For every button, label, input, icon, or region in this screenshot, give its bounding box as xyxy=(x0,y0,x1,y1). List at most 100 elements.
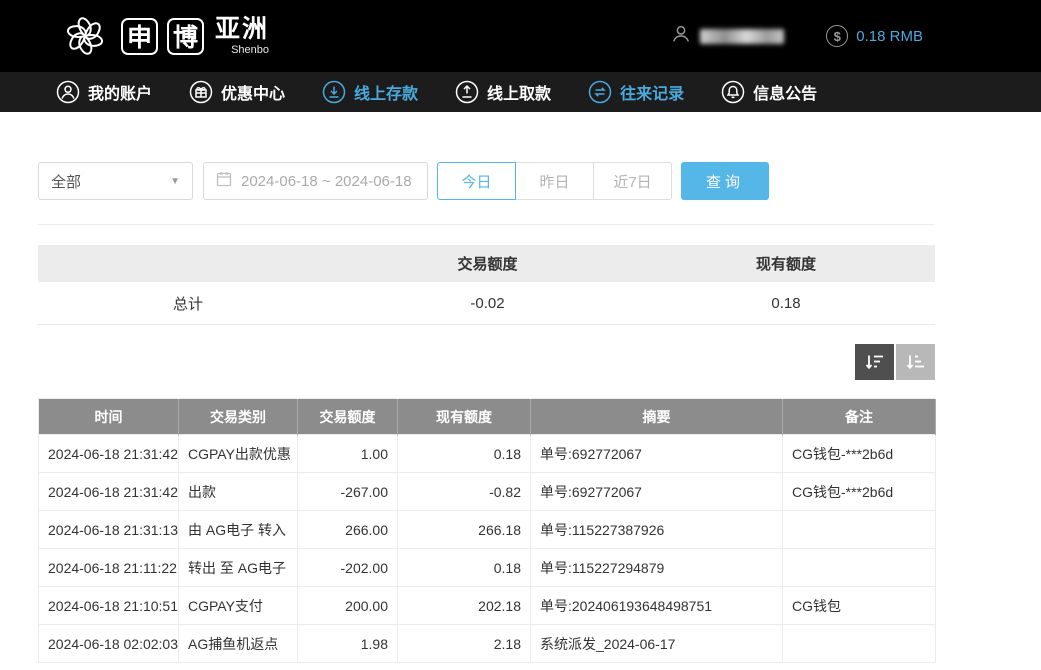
main-nav: 我的账户 优惠中心 线上存款 线上 xyxy=(0,72,1041,112)
last7days-button[interactable]: 近7日 xyxy=(593,162,672,200)
sort-descending-button[interactable] xyxy=(855,344,894,380)
table-row: 2024-06-18 21:31:42 出款 -267.00 -0.82 单号:… xyxy=(39,473,936,511)
date-range-input[interactable]: 2024-06-18 ~ 2024-06-18 xyxy=(203,162,428,200)
chevron-down-icon: ▼ xyxy=(170,176,180,187)
cell-time: 2024-06-18 02:02:03 xyxy=(39,625,179,663)
cell-time: 2024-06-18 21:11:22 xyxy=(39,549,179,587)
nav-label: 我的账户 xyxy=(88,80,152,104)
cell-summary: 单号:115227387926 xyxy=(531,511,783,549)
nav-label: 往来记录 xyxy=(620,80,684,104)
nav-item-my-account[interactable]: 我的账户 xyxy=(56,80,152,104)
cell-time: 2024-06-18 21:31:13 xyxy=(39,511,179,549)
section-divider xyxy=(38,224,935,225)
filter-bar: 全部 ▼ 2024-06-18 ~ 2024-06-18 今日 昨日 近7日 查… xyxy=(38,162,935,200)
brand-region-text: 亚洲 xyxy=(215,17,269,42)
announcement-icon xyxy=(721,80,745,104)
sort-descending-icon xyxy=(865,353,885,371)
sort-ascending-button[interactable] xyxy=(896,344,935,380)
table-header-row: 时间 交易类别 交易额度 现有额度 摘要 备注 xyxy=(39,399,936,435)
cell-remark xyxy=(783,511,936,549)
summary-header-row: 交易额度 现有额度 xyxy=(38,245,935,282)
cell-balance: 202.18 xyxy=(398,587,531,625)
summary-table: 交易额度 现有额度 总计 -0.02 0.18 xyxy=(38,245,935,325)
cell-time: 2024-06-18 21:31:42 xyxy=(39,473,179,511)
cell-type: 转出 至 AG电子 xyxy=(179,549,298,587)
cell-remark xyxy=(783,625,936,663)
user-icon xyxy=(56,80,80,104)
cell-type: CGPAY支付 xyxy=(179,587,298,625)
nav-item-transaction-records[interactable]: 往来记录 xyxy=(588,80,684,104)
col-header-balance: 现有额度 xyxy=(398,399,531,435)
query-button[interactable]: 查询 xyxy=(681,162,769,200)
summary-header-balance: 现有额度 xyxy=(637,253,935,274)
cell-balance: 0.18 xyxy=(398,549,531,587)
cell-summary: 单号:115227294879 xyxy=(531,549,783,587)
user-icon xyxy=(670,23,692,50)
cell-balance: 0.18 xyxy=(398,435,531,473)
brand-region: 亚洲 Shenbo xyxy=(215,17,269,56)
topbar-right: $ 0.18 RMB xyxy=(670,23,923,50)
cell-amount: -202.00 xyxy=(298,549,398,587)
records-icon xyxy=(588,80,612,104)
table-row: 2024-06-18 21:11:22 转出 至 AG电子 -202.00 0.… xyxy=(39,549,936,587)
cell-amount: 1.00 xyxy=(298,435,398,473)
balance-amount: 0.18 RMB xyxy=(856,28,923,45)
cell-balance: 266.18 xyxy=(398,511,531,549)
nav-label: 优惠中心 xyxy=(221,80,285,104)
brand-logo: 申 博 亚洲 Shenbo xyxy=(58,9,269,63)
nav-label: 信息公告 xyxy=(753,80,817,104)
cell-remark: CG钱包-***2b6d xyxy=(783,435,936,473)
cell-amount: 266.00 xyxy=(298,511,398,549)
sort-controls xyxy=(38,344,935,380)
cell-summary: 单号:692772067 xyxy=(531,473,783,511)
cell-summary: 系统派发_2024-06-17 xyxy=(531,625,783,663)
col-header-remark: 备注 xyxy=(783,399,936,435)
calendar-icon xyxy=(216,171,232,191)
table-row: 2024-06-18 21:31:13 由 AG电子 转入 266.00 266… xyxy=(39,511,936,549)
cell-type: AG捕鱼机返点 xyxy=(179,625,298,663)
brand-char-2: 博 xyxy=(167,18,204,55)
cell-type: 由 AG电子 转入 xyxy=(179,511,298,549)
cell-balance: -0.82 xyxy=(398,473,531,511)
type-select-value: 全部 xyxy=(51,171,81,192)
main-content: 全部 ▼ 2024-06-18 ~ 2024-06-18 今日 昨日 近7日 查… xyxy=(38,162,935,663)
nav-item-promotions[interactable]: 优惠中心 xyxy=(189,80,285,104)
table-row: 2024-06-18 21:31:42 CGPAY出款优惠 1.00 0.18 … xyxy=(39,435,936,473)
nav-label: 线上存款 xyxy=(354,80,418,104)
table-row: 2024-06-18 21:10:51 CGPAY支付 200.00 202.1… xyxy=(39,587,936,625)
cell-remark xyxy=(783,549,936,587)
brand-char-1: 申 xyxy=(121,18,158,55)
top-bar: 申 博 亚洲 Shenbo $ 0.18 RMB xyxy=(0,0,1041,72)
cell-time: 2024-06-18 21:31:42 xyxy=(39,435,179,473)
nav-item-online-withdrawal[interactable]: 线上取款 xyxy=(455,80,551,104)
cell-summary: 单号:202406193648498751 xyxy=(531,587,783,625)
dollar-icon: $ xyxy=(826,25,848,47)
type-select[interactable]: 全部 ▼ xyxy=(38,162,193,200)
balance-display[interactable]: $ 0.18 RMB xyxy=(826,25,923,47)
sort-ascending-icon xyxy=(906,353,926,371)
summary-total-label: 总计 xyxy=(38,293,338,314)
today-button[interactable]: 今日 xyxy=(437,162,516,200)
gift-icon xyxy=(189,80,213,104)
cell-amount: 200.00 xyxy=(298,587,398,625)
summary-transaction-total: -0.02 xyxy=(338,295,637,312)
flower-logo-icon xyxy=(58,9,112,63)
cell-amount: -267.00 xyxy=(298,473,398,511)
yesterday-button[interactable]: 昨日 xyxy=(515,162,594,200)
table-row: 2024-06-18 02:02:03 AG捕鱼机返点 1.98 2.18 系统… xyxy=(39,625,936,663)
nav-item-announcements[interactable]: 信息公告 xyxy=(721,80,817,104)
account-menu[interactable] xyxy=(670,23,784,50)
cell-amount: 1.98 xyxy=(298,625,398,663)
cell-balance: 2.18 xyxy=(398,625,531,663)
username-blurred xyxy=(700,29,784,44)
nav-item-online-deposit[interactable]: 线上存款 xyxy=(322,80,418,104)
cell-remark: CG钱包 xyxy=(783,587,936,625)
date-range-value: 2024-06-18 ~ 2024-06-18 xyxy=(241,173,412,190)
cell-type: 出款 xyxy=(179,473,298,511)
summary-total-row: 总计 -0.02 0.18 xyxy=(38,282,935,325)
cell-time: 2024-06-18 21:10:51 xyxy=(39,587,179,625)
cell-summary: 单号:692772067 xyxy=(531,435,783,473)
deposit-icon xyxy=(322,80,346,104)
brand-subtitle: Shenbo xyxy=(215,45,269,56)
withdraw-icon xyxy=(455,80,479,104)
